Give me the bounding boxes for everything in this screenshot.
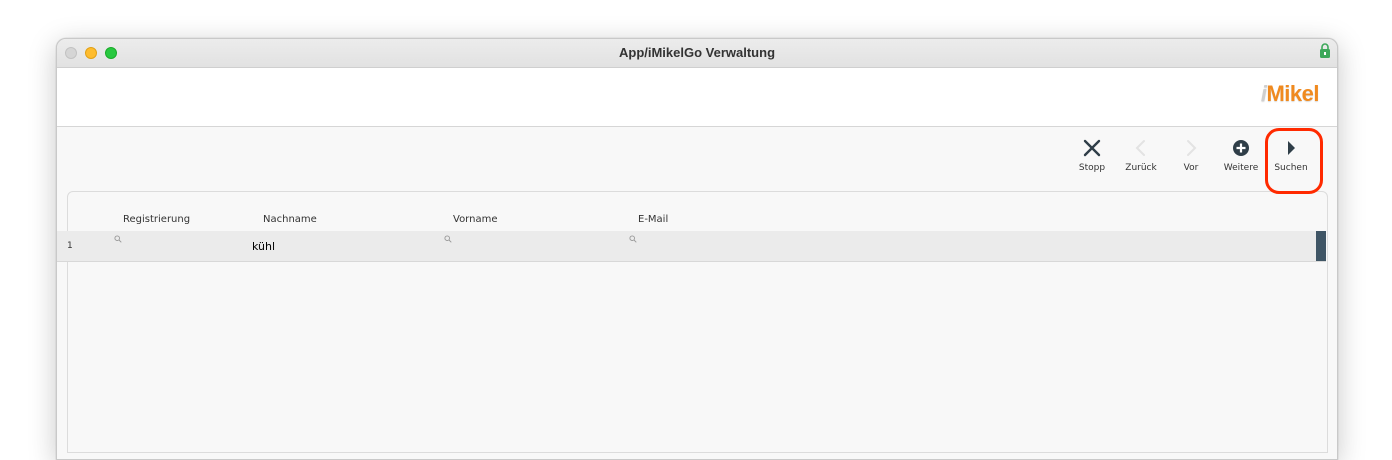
stop-label: Stopp: [1078, 163, 1106, 173]
imikel-logo: iMikel: [1260, 81, 1320, 106]
column-header-vorname: Vorname: [453, 214, 498, 225]
more-button[interactable]: Weitere: [1219, 137, 1263, 173]
back-label: Zurück: [1125, 163, 1157, 173]
column-header-email: E-Mail: [638, 214, 669, 225]
forward-label: Vor: [1183, 163, 1199, 173]
column-header-registrierung: Registrierung: [123, 214, 191, 225]
row-number: 1: [67, 241, 73, 251]
title-bar: App/iMikelGo Verwaltung: [57, 39, 1337, 68]
back-button[interactable]: Zurück: [1119, 137, 1163, 173]
registrierung-field[interactable]: [106, 231, 236, 261]
forward-button[interactable]: Vor: [1169, 137, 1213, 173]
toolbar: Stopp Zurück Vor Weitere Suchen: [57, 127, 1337, 191]
email-field[interactable]: [621, 231, 921, 261]
header-bar: iMikel: [57, 68, 1337, 127]
column-header-nachname: Nachname: [263, 214, 317, 225]
search-button-highlight: [1265, 128, 1323, 194]
table-row[interactable]: 1 kühl: [57, 231, 1326, 262]
chevron-left-icon: [1135, 140, 1145, 156]
close-icon: [1083, 139, 1101, 157]
nachname-field[interactable]: kühl: [252, 240, 275, 253]
app-window: App/iMikelGo Verwaltung iMikel Stopp Zur…: [56, 38, 1338, 460]
window-title: App/iMikelGo Verwaltung: [618, 45, 776, 60]
lock-icon: [1320, 43, 1330, 58]
stop-button[interactable]: Stopp: [1070, 137, 1114, 173]
row-edge-right: [1316, 231, 1326, 261]
plus-circle-icon: [1233, 140, 1249, 156]
chevron-right-icon: [1187, 140, 1197, 156]
more-label: Weitere: [1223, 163, 1259, 173]
vorname-field[interactable]: [436, 231, 606, 261]
